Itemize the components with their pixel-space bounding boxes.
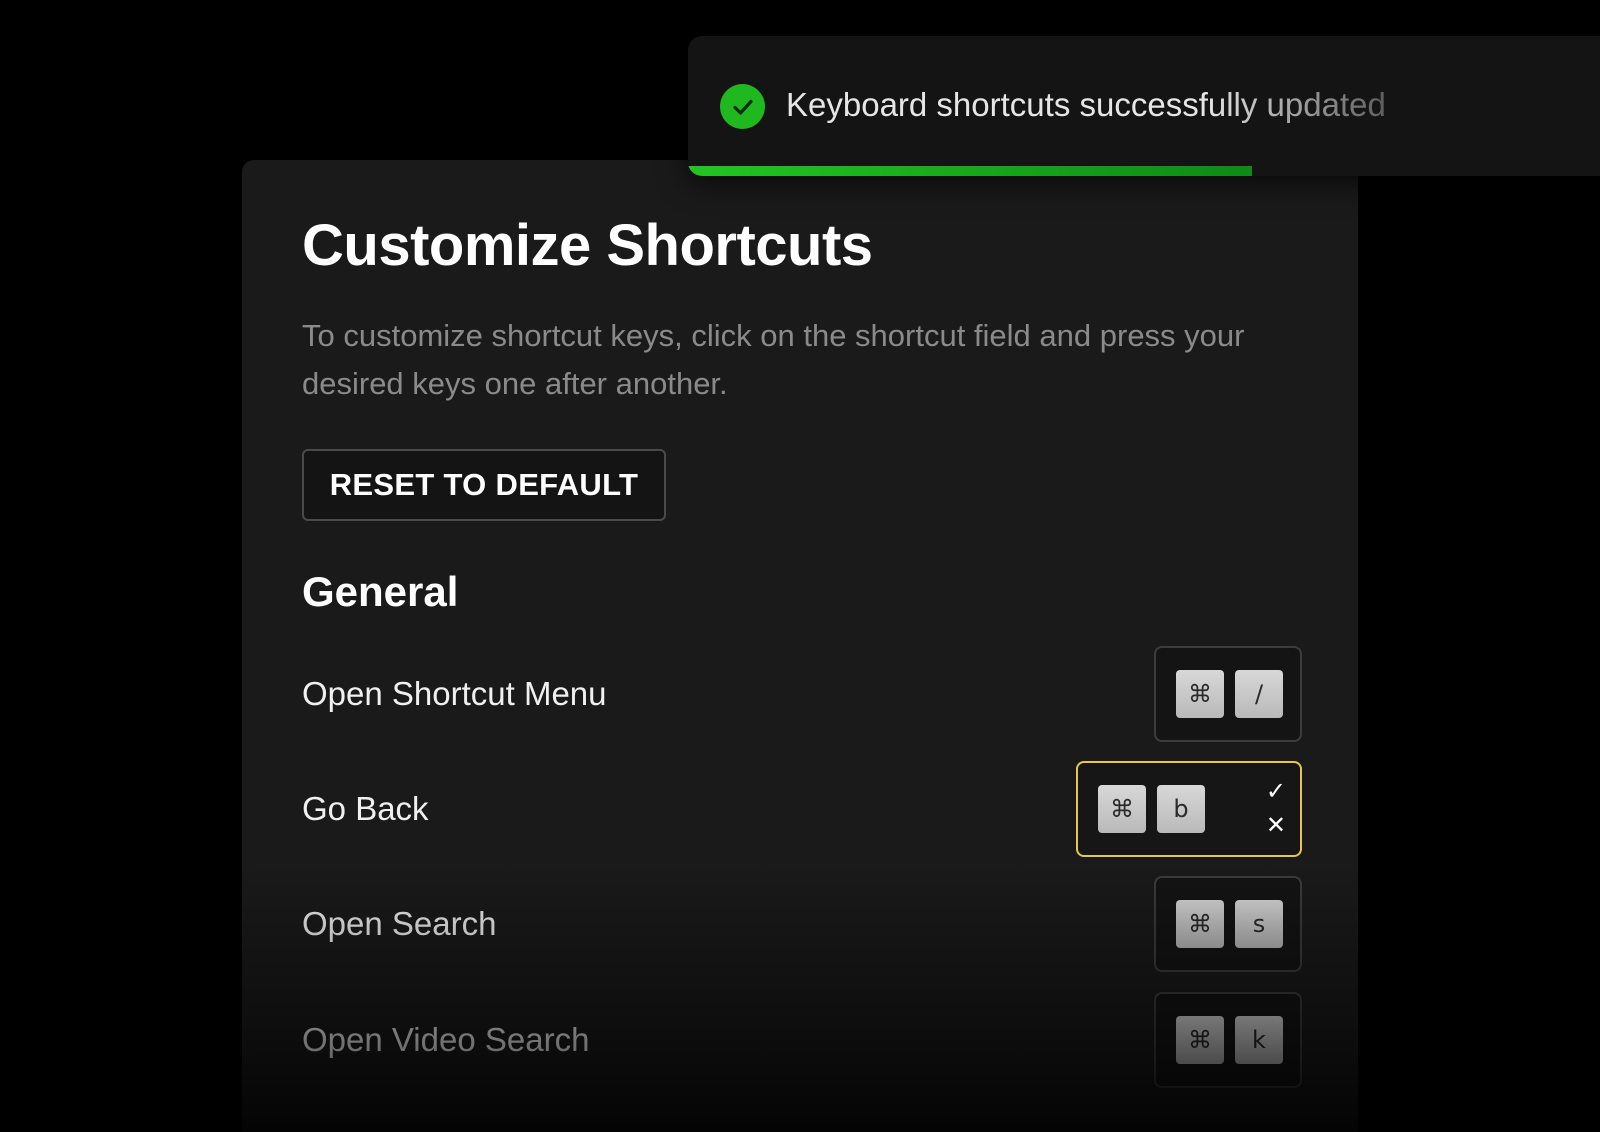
- reset-to-default-button[interactable]: RESET TO DEFAULT: [302, 449, 666, 521]
- page-title: Customize Shortcuts: [302, 213, 873, 278]
- shortcut-label: Open Video Search: [302, 1021, 590, 1058]
- command-key: ⌘: [1176, 1016, 1224, 1064]
- shortcut-field-open-video-search[interactable]: ⌘ k: [1154, 992, 1302, 1088]
- toast-progress-bar: [688, 166, 1600, 176]
- shortcut-field-open-search[interactable]: ⌘ s: [1154, 876, 1302, 972]
- toast-progress-fill: [688, 166, 1252, 176]
- page-description: To customize shortcut keys, click on the…: [302, 318, 1245, 401]
- command-key: ⌘: [1176, 670, 1224, 718]
- shortcut-label: Open Shortcut Menu: [302, 675, 607, 712]
- b-key: b: [1157, 785, 1205, 833]
- slash-key: /: [1235, 670, 1283, 718]
- shortcut-field-open-shortcut-menu[interactable]: ⌘ /: [1154, 646, 1302, 742]
- shortcut-row-open-video-search: Open Video Search ⌘ k: [302, 992, 1302, 1088]
- shortcuts-panel: Customize Shortcuts To customize shortcu…: [242, 160, 1358, 1132]
- edit-actions: ✓ ✕: [1266, 777, 1286, 839]
- section-title-general: General: [302, 568, 459, 615]
- success-toast: Keyboard shortcuts successfully updated: [688, 36, 1600, 176]
- shortcut-row-go-back: Go Back ⌘ b ✓ ✕: [302, 761, 1302, 857]
- shortcut-row-open-search: Open Search ⌘ s: [302, 876, 1302, 972]
- confirm-check-icon[interactable]: ✓: [1266, 777, 1286, 805]
- shortcut-label: Go Back: [302, 790, 429, 827]
- shortcut-row-open-shortcut-menu: Open Shortcut Menu ⌘ /: [302, 646, 1302, 742]
- command-key: ⌘: [1176, 900, 1224, 948]
- shortcut-field-go-back[interactable]: ⌘ b ✓ ✕: [1076, 761, 1302, 857]
- command-key: ⌘: [1098, 785, 1146, 833]
- k-key: k: [1235, 1016, 1283, 1064]
- toast-message: Keyboard shortcuts successfully updated: [786, 86, 1386, 123]
- shortcut-label: Open Search: [302, 905, 497, 942]
- check-circle-icon: [720, 84, 765, 129]
- cancel-close-icon[interactable]: ✕: [1266, 811, 1286, 839]
- s-key: s: [1235, 900, 1283, 948]
